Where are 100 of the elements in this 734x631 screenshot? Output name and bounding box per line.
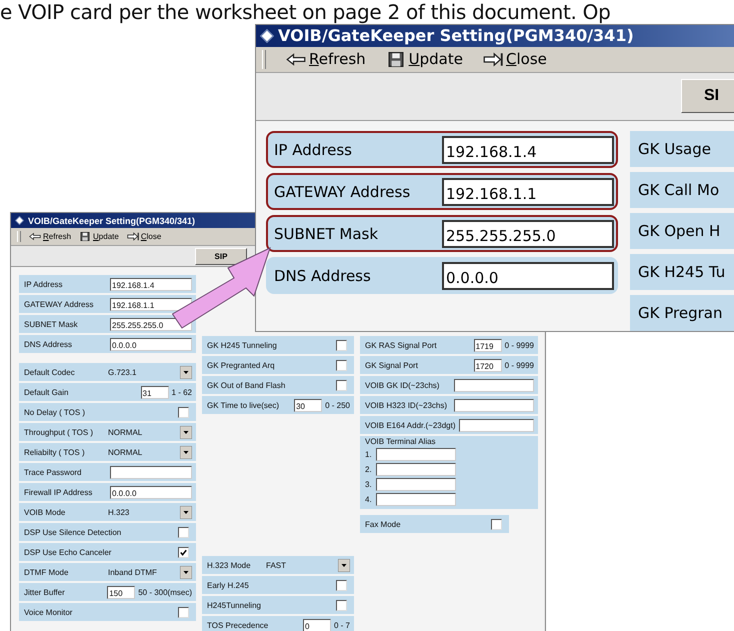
text-field[interactable]: 192.168.1.4: [110, 278, 192, 290]
text-field[interactable]: [376, 478, 456, 491]
text-field[interactable]: 0.0.0.0: [442, 262, 614, 290]
toolbar-button[interactable]: Refresh: [286, 50, 366, 68]
field-label: VOIB Terminal Alias: [365, 437, 436, 446]
range-label: 1 - 62: [172, 388, 192, 396]
checkbox[interactable]: [336, 580, 347, 590]
field-label: GK Pregranted Arq: [207, 360, 276, 370]
checkbox[interactable]: [491, 518, 502, 530]
sip-tab[interactable]: SI: [681, 79, 734, 114]
field-label: IP Address: [24, 280, 64, 288]
text-field[interactable]: 192.168.1.4: [442, 136, 614, 164]
field-label: Jitter Buffer: [24, 588, 66, 596]
slot-number: 4.: [365, 495, 373, 504]
text-field[interactable]: 0.0.0.0: [110, 338, 192, 350]
checkbox[interactable]: [336, 340, 347, 350]
diamond-icon: [260, 28, 274, 43]
caret-icon: [180, 566, 192, 578]
field-label: SUBNET Mask: [24, 320, 79, 328]
text-field[interactable]: 192.168.1.1: [110, 298, 192, 310]
text-field[interactable]: 0: [302, 618, 331, 631]
field-label: Default Codec: [24, 368, 76, 376]
dropdown[interactable]: NORMAL: [108, 446, 192, 458]
field-label: Throughput ( TOS ): [24, 428, 94, 436]
field-label: Fax Mode: [365, 520, 402, 528]
field-label: DNS Address: [274, 266, 372, 284]
text-field[interactable]: [454, 378, 534, 392]
text-field[interactable]: 1720: [474, 358, 502, 372]
checkbox[interactable]: [178, 546, 189, 558]
window-title: VOIB/GateKeeper Setting(PGM340/341): [28, 216, 196, 226]
slot-number: 1.: [365, 450, 373, 459]
checkbox[interactable]: [178, 606, 189, 618]
caret-icon: [338, 558, 350, 572]
field-label: GK Out of Band Flash: [207, 380, 286, 390]
body-text: e VOIP card per the worksheet on page 2 of this document. Op: [0, 0, 610, 24]
dropdown[interactable]: G.723.1: [108, 366, 192, 378]
text-field[interactable]: [454, 398, 534, 412]
checkbox[interactable]: [336, 600, 347, 610]
range-label: 0 - 9999: [504, 340, 534, 350]
field-label: GK H245 Tunneling: [207, 340, 278, 350]
dropdown[interactable]: H.323: [108, 506, 192, 518]
text-field[interactable]: 0.0.0.0: [110, 486, 192, 498]
text-field[interactable]: 1719: [474, 338, 502, 352]
toolbar-button[interactable]: Update: [386, 50, 463, 68]
slot-number: 2.: [365, 465, 373, 474]
field-label: GK Time to live(sec): [207, 400, 280, 410]
field-label: GATEWAY Address: [24, 300, 95, 308]
field-label: GK Call Mo: [630, 172, 734, 208]
field-label: Firewall IP Address: [24, 488, 94, 496]
checkbox[interactable]: [178, 406, 189, 418]
toolbar-button[interactable]: Refresh: [29, 232, 72, 241]
field-label: Early H.245: [207, 580, 250, 590]
toolbar-button[interactable]: Update: [79, 232, 119, 241]
field-label: DTMF Mode: [24, 568, 70, 576]
text-field[interactable]: 31: [140, 386, 169, 398]
dropdown[interactable]: FAST: [266, 558, 350, 572]
field-label: TOS Precedence: [207, 620, 270, 630]
field-label: DNS Address: [24, 340, 74, 348]
field-label: H245Tunneling: [207, 600, 262, 610]
field-label: SUBNET Mask: [274, 224, 380, 242]
field-label: Voice Monitor: [24, 608, 74, 616]
text-field[interactable]: [110, 466, 192, 478]
caret-icon: [180, 446, 192, 458]
field-label: DSP Use Echo Canceler: [24, 548, 112, 556]
text-field[interactable]: 255.255.255.0: [442, 220, 614, 248]
text-field[interactable]: [376, 463, 456, 476]
field-label: GK Usage: [630, 131, 734, 167]
field-label: VOIB H323 ID(~23chs): [365, 400, 448, 410]
text-field[interactable]: 30: [294, 398, 322, 412]
text-field[interactable]: [376, 493, 456, 506]
checkbox[interactable]: [178, 526, 189, 538]
field-label: GK RAS Signal Port: [365, 340, 438, 350]
field-label: IP Address: [274, 140, 353, 158]
field-label: No Delay ( TOS ): [24, 408, 86, 416]
diamond-icon: [15, 216, 24, 225]
toolbar-button[interactable]: Close: [126, 232, 162, 241]
range-label: 50 - 300(msec): [138, 588, 192, 596]
checkbox[interactable]: [336, 360, 347, 370]
field-label: GK Open H: [630, 213, 734, 249]
dropdown[interactable]: Inband DTMF: [108, 566, 192, 578]
field-label: GK Pregran: [630, 295, 734, 331]
sip-tab[interactable]: SIP: [195, 248, 247, 264]
text-field[interactable]: [458, 418, 534, 432]
range-label: 0 - 250: [325, 400, 350, 410]
text-field[interactable]: [376, 448, 456, 461]
exit-arrow-icon: [126, 232, 139, 241]
slot-number: 3.: [365, 480, 373, 489]
field-label: VOIB Mode: [24, 508, 66, 516]
caret-icon: [180, 506, 192, 518]
field-label: Default Gain: [24, 388, 70, 396]
checkbox[interactable]: [336, 380, 347, 390]
window-title: VOIB/GateKeeper Setting(PGM340/341): [278, 26, 634, 46]
field-label: H.323 Mode: [207, 560, 252, 570]
toolbar-button[interactable]: Close: [483, 50, 547, 68]
dropdown[interactable]: NORMAL: [108, 426, 192, 438]
field-label: GATEWAY Address: [274, 182, 412, 200]
field-label: GK Signal Port: [365, 360, 419, 370]
caret-icon: [180, 426, 192, 438]
text-field[interactable]: 150: [107, 586, 136, 598]
text-field[interactable]: 192.168.1.1: [442, 178, 614, 206]
